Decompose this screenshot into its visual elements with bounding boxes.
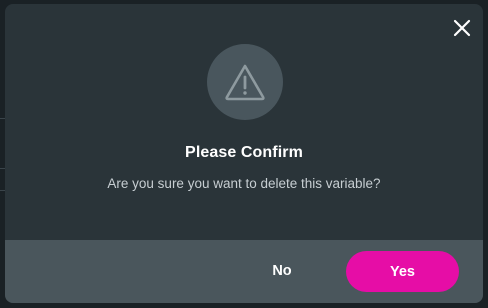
dialog-footer: No Yes xyxy=(5,240,483,303)
confirm-dialog: Please Confirm Are you sure you want to … xyxy=(5,4,483,303)
close-button[interactable] xyxy=(451,17,473,39)
warning-icon-badge xyxy=(207,44,283,120)
yes-button[interactable]: Yes xyxy=(346,251,459,292)
close-icon xyxy=(453,19,471,37)
dialog-title: Please Confirm xyxy=(185,144,303,161)
warning-triangle-icon xyxy=(225,64,265,101)
dialog-message: Are you sure you want to delete this var… xyxy=(107,176,381,191)
no-button[interactable]: No xyxy=(242,251,322,291)
